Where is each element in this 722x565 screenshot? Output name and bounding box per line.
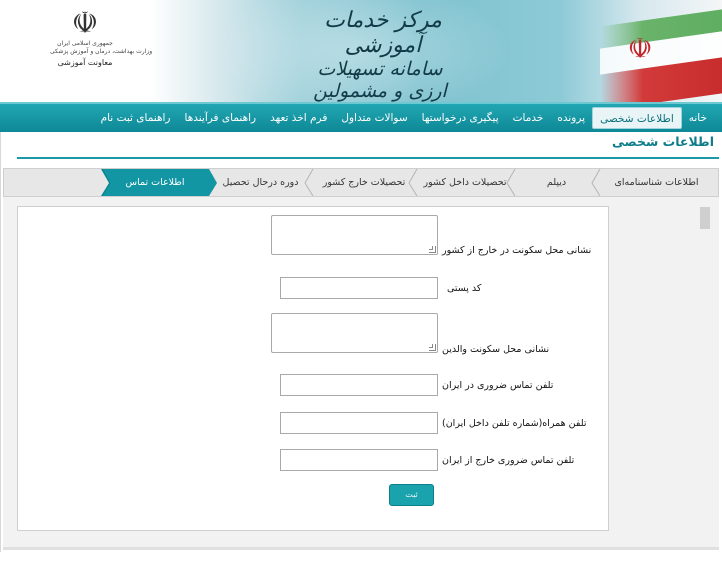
main-nav: خانه اطلاعات شخصی پرونده خدمات پیگیری در… [0,102,722,132]
tab-identity-info[interactable]: اطلاعات شناسنامه‌ای [599,169,714,196]
nav-item-home[interactable]: خانه [682,107,714,129]
tab-contact-info[interactable]: اطلاعات تماس [101,169,209,196]
resize-grip-icon[interactable] [429,344,436,351]
tab-label: دوره درحال تحصیل [222,177,299,188]
tab-label: اطلاعات تماس [125,177,185,188]
ministry-logo: ☫ جمهوری اسلامی ایران وزارت بهداشت، درما… [50,6,153,88]
section-tabs: اطلاعات شناسنامه‌ای دیپلم تحصیلات داخل ک… [3,168,719,197]
postal-code-label: کد پستی [447,283,482,294]
iran-emblem-icon: ☫ [71,6,99,41]
mobile-input[interactable] [280,412,438,434]
resize-grip-icon[interactable] [429,246,436,253]
tab-domestic-education[interactable]: تحصیلات داخل کشور [416,169,514,196]
nav-item-commitment-form[interactable]: فرم اخذ تعهد [263,107,334,129]
iran-flag-image: ☫ [600,0,722,102]
mobile-label: تلفن همراه(شماره تلفن داخل ایران) [442,418,587,429]
nav-item-faq[interactable]: سوالات متداول [334,107,414,129]
nav-item-file[interactable]: پرونده [550,107,592,129]
parents-address-input[interactable] [271,313,438,353]
nav-item-track-requests[interactable]: پیگیری درخواستها [415,107,506,129]
emblem-text-1: جمهوری اسلامی ایران [57,40,113,47]
emergency-phone-iran-label: تلفن تماس ضروری در ایران [442,380,554,391]
footer-strip [3,547,719,550]
emergency-phone-iran-input[interactable] [280,374,438,396]
emblem-text-2: وزارت بهداشت، درمان و آموزش پزشکی [50,48,153,55]
nav-item-services[interactable]: خدمات [506,107,551,129]
nav-item-process-guide[interactable]: راهنمای فرآیندها [178,107,264,129]
nav-item-personal-info[interactable]: اطلاعات شخصی [592,107,682,129]
site-title: مرکز خدمات آموزشی [324,8,442,58]
emergency-phone-abroad-label: تلفن تماس ضروری خارج از ایران [442,455,575,466]
tab-label: دیپلم [546,177,567,188]
contact-form: نشانی محل سکونت در خارج از کشور کد پستی … [17,206,609,531]
tab-label: تحصیلات داخل کشور [423,177,507,188]
emblem-text-3: معاونت آموزشی [57,58,113,67]
tab-diploma[interactable]: دیپلم [514,169,599,196]
emergency-phone-abroad-input[interactable] [280,449,438,471]
frame-border [0,132,1,552]
page-title: اطلاعات شخصی [612,134,714,149]
address-abroad-input[interactable] [271,215,438,255]
tab-label: تحصیلات خارج کشور [322,177,406,188]
site-subtitle: سامانه تسهیلات ارزی و مشمولین [313,58,447,102]
title-divider [17,157,719,159]
tab-foreign-education[interactable]: تحصیلات خارج کشور [312,169,416,196]
submit-button[interactable]: ثبت [389,484,434,506]
header-banner: ☫ جمهوری اسلامی ایران وزارت بهداشت، درما… [0,0,722,102]
flag-emblem-icon: ☫ [627,32,653,65]
address-abroad-label: نشانی محل سکونت در خارج از کشور [442,245,592,256]
tab-current-course[interactable]: دوره درحال تحصیل [209,169,312,196]
postal-code-input[interactable] [280,277,438,299]
parents-address-label: نشانی محل سکونت والدین [442,344,550,355]
tab-label: اطلاعات شناسنامه‌ای [614,177,699,188]
nav-item-registration-guide[interactable]: راهنمای ثبت نام [94,107,178,129]
scrollbar-thumb[interactable] [700,207,710,229]
